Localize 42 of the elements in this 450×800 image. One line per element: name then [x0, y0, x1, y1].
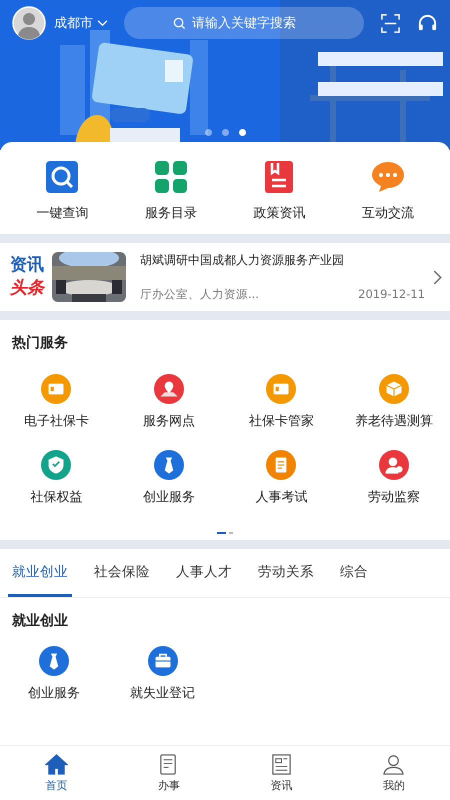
service-button[interactable]: 就失业登记: [130, 646, 195, 702]
chevron-down-icon: [97, 20, 108, 26]
user-icon: [382, 753, 406, 776]
quick-service-button[interactable]: 互动交流: [342, 160, 433, 222]
nav-tab[interactable]: 我的: [358, 746, 429, 800]
category-tab[interactable]: 人事人才: [172, 549, 236, 597]
quick-service-button[interactable]: 政策资讯: [234, 160, 324, 222]
avatar-icon[interactable]: [12, 6, 46, 40]
city-selector[interactable]: 成都市: [54, 14, 108, 32]
search-icon: [173, 17, 186, 30]
service-button[interactable]: 服务网点: [142, 374, 195, 430]
nav-tab[interactable]: 首页: [21, 746, 92, 800]
service-button[interactable]: 人事考试: [255, 450, 308, 506]
service-button[interactable]: 劳动监察: [368, 450, 420, 506]
news-logo-text: 资讯: [10, 254, 44, 277]
service-button[interactable]: 创业服务: [142, 450, 195, 506]
home-icon: [44, 753, 68, 776]
page-dot[interactable]: [222, 129, 228, 136]
section-title: 就业创业: [12, 613, 68, 629]
category-tab[interactable]: 就业创业: [8, 549, 72, 597]
news-source: 厅办公室、人力资源...: [140, 287, 259, 302]
nav-tab[interactable]: 资讯: [246, 746, 316, 800]
category-tab[interactable]: 劳动关系: [254, 549, 318, 597]
quick-service-button[interactable]: 一键查询: [17, 160, 108, 222]
quick-service-button[interactable]: 服务目录: [126, 160, 216, 222]
category-tab[interactable]: 社会保险: [90, 549, 154, 597]
chevron-right-icon: [433, 270, 442, 284]
category-tab[interactable]: 综合: [336, 549, 372, 597]
service-button[interactable]: 社保卡管家: [248, 374, 314, 430]
service-button[interactable]: 创业服务: [28, 646, 80, 702]
section-title: 热门服务: [12, 335, 68, 351]
service-button[interactable]: 养老待遇测算: [354, 374, 433, 430]
news-date: 2019-12-11: [358, 287, 425, 302]
news-logo-text: 头条: [10, 277, 44, 300]
service-button[interactable]: 社保权益: [30, 450, 82, 506]
nav-tab[interactable]: 办事: [134, 746, 204, 800]
page-dot[interactable]: [204, 129, 212, 136]
paper-icon: [270, 753, 293, 776]
service-button[interactable]: 电子社保卡: [24, 374, 89, 430]
news-title: 胡斌调研中国成都人力资源服务产业园: [140, 252, 345, 269]
news-item[interactable]: 资讯 头条 胡斌调研中国成都人力资源服务产业园 厅办公室、人力资源... 2019-12-11: [0, 243, 450, 311]
scan-icon[interactable]: [380, 12, 401, 34]
